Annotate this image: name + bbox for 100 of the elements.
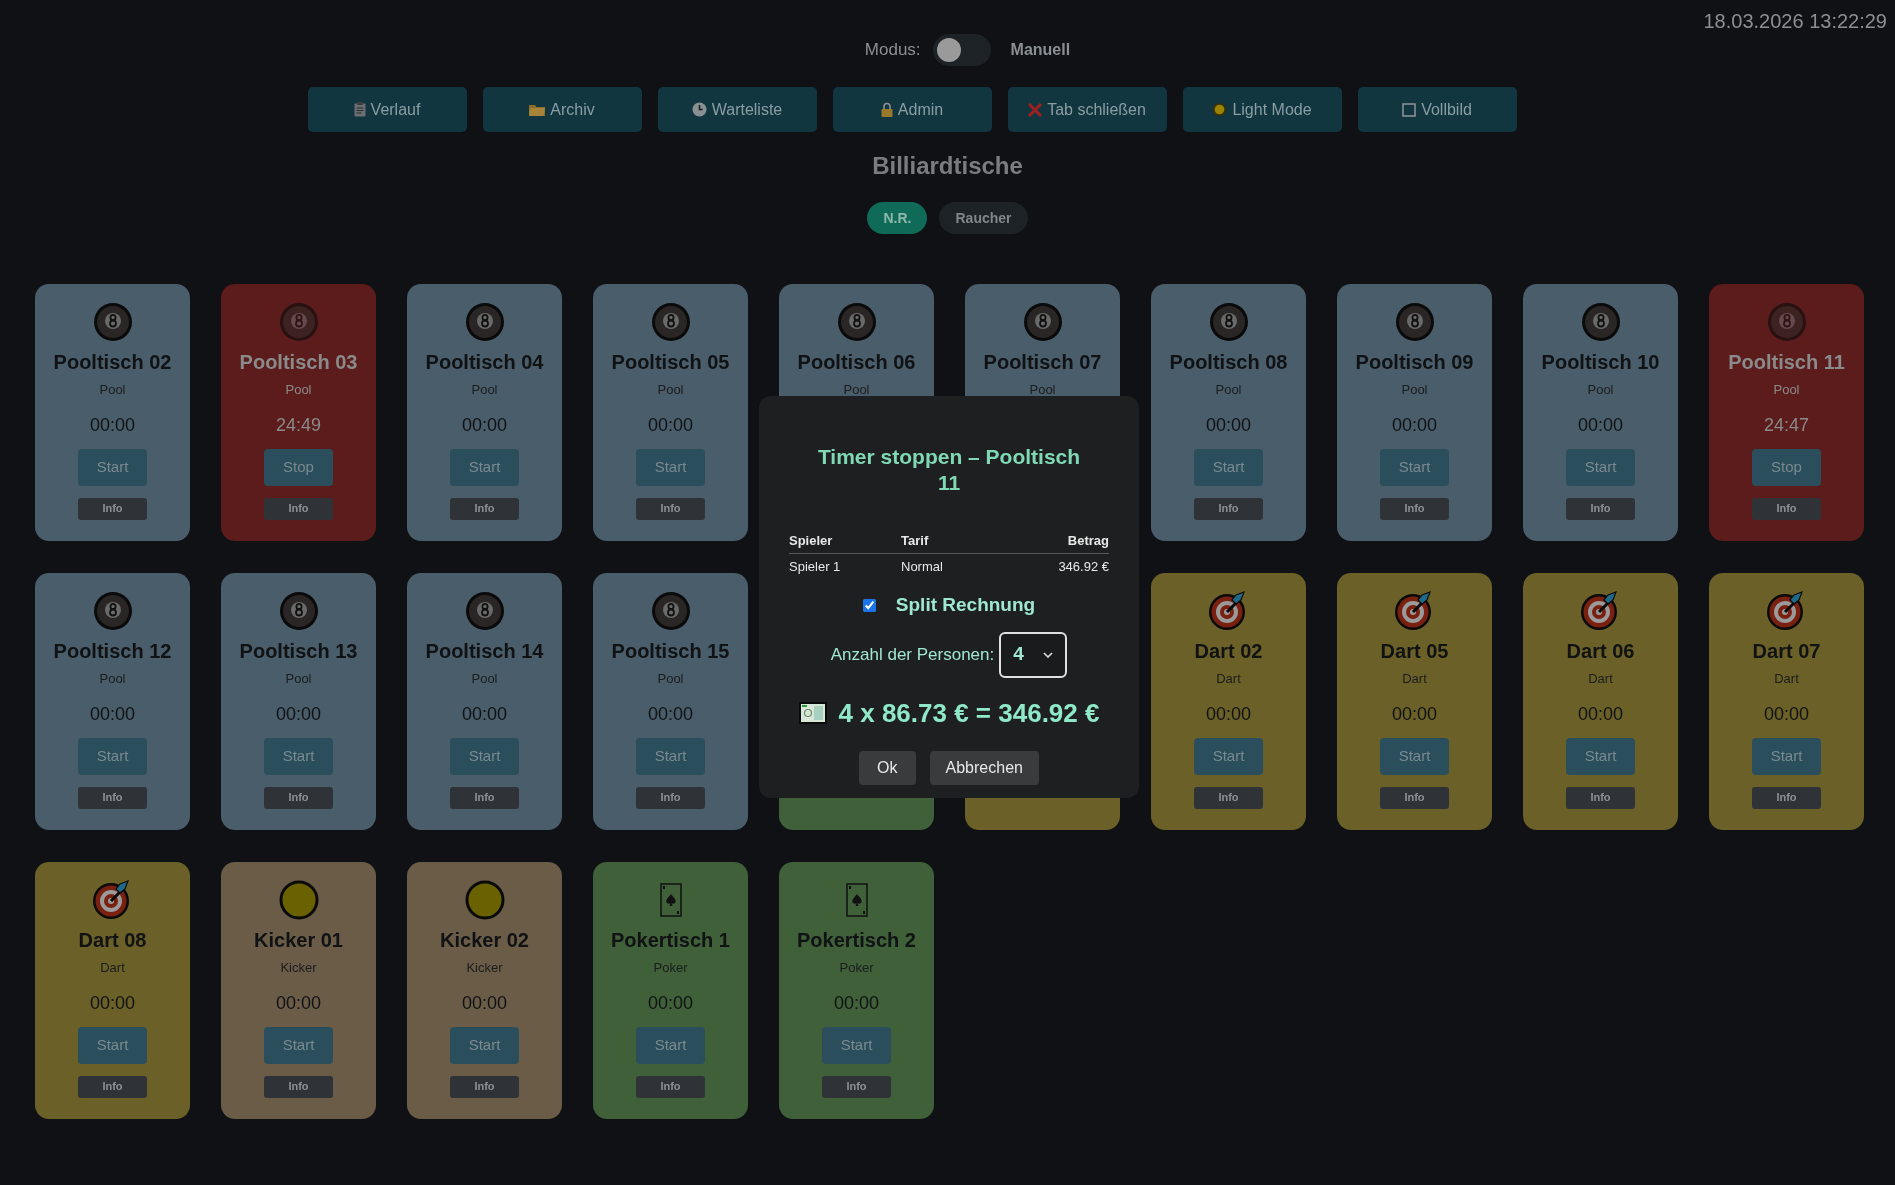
table-name: Pooltisch 14 xyxy=(425,639,544,664)
split-checkbox[interactable] xyxy=(862,598,876,612)
info-button[interactable]: Info xyxy=(1380,497,1449,520)
folder-icon xyxy=(529,103,546,116)
table-name: Pooltisch 04 xyxy=(425,350,544,375)
stop-button[interactable]: Stop xyxy=(264,448,333,486)
info-button[interactable]: Info xyxy=(78,786,147,809)
start-button[interactable]: Start xyxy=(822,1026,891,1064)
table-name: Pooltisch 06 xyxy=(797,350,916,375)
timer: 00:00 xyxy=(275,991,321,1015)
info-button[interactable]: Info xyxy=(636,786,705,809)
date-time: 18.03.2026 13:22:29 xyxy=(1703,9,1887,34)
table-name: Pooltisch 08 xyxy=(1169,350,1288,375)
info-button[interactable]: Info xyxy=(264,497,333,520)
table-type: Dart xyxy=(1216,670,1241,688)
toolbar-button[interactable]: Admin xyxy=(832,87,992,132)
dialog-title: Timer stoppen – Pooltisch 11 xyxy=(816,444,1082,496)
clock-icon xyxy=(691,102,707,117)
toolbar-button[interactable]: Archiv xyxy=(482,87,642,132)
section-heading: Billiardtische xyxy=(872,151,1023,181)
stop-button[interactable]: Stop xyxy=(1752,448,1821,486)
start-button[interactable]: Start xyxy=(1566,737,1635,775)
start-button[interactable]: Start xyxy=(1380,737,1449,775)
info-button[interactable]: Info xyxy=(264,1075,333,1098)
start-button[interactable]: Start xyxy=(1566,448,1635,486)
info-button[interactable]: Info xyxy=(1752,497,1821,520)
toolbar-button[interactable]: Light Mode xyxy=(1182,87,1342,132)
timer: 00:00 xyxy=(1577,702,1623,726)
start-button[interactable]: Start xyxy=(450,1026,519,1064)
close-icon xyxy=(1028,102,1043,117)
ok-button[interactable]: Ok xyxy=(859,750,916,785)
start-button[interactable]: Start xyxy=(450,737,519,775)
info-button[interactable]: Info xyxy=(1566,497,1635,520)
info-button[interactable]: Info xyxy=(264,786,333,809)
start-button[interactable]: Start xyxy=(78,737,147,775)
info-button[interactable]: Info xyxy=(78,1075,147,1098)
timer: 00:00 xyxy=(833,991,879,1015)
column-header: Tarif xyxy=(901,529,996,553)
info-button[interactable]: Info xyxy=(1194,786,1263,809)
info-button[interactable]: Info xyxy=(822,1075,891,1098)
toolbar-button[interactable]: Verlauf xyxy=(307,87,467,132)
toolbar-button[interactable]: Warteliste xyxy=(657,87,817,132)
table-type: Pool xyxy=(99,670,126,688)
info-button[interactable]: Info xyxy=(636,497,705,520)
info-button[interactable]: Info xyxy=(78,497,147,520)
table-type: Pool xyxy=(285,670,312,688)
filter-tab[interactable]: N.R. xyxy=(867,202,928,234)
toolbar-button[interactable]: Vollbild xyxy=(1357,87,1517,132)
start-button[interactable]: Start xyxy=(636,448,705,486)
table-name: Dart 06 xyxy=(1566,639,1635,664)
timer: 00:00 xyxy=(647,702,693,726)
mode-toggle[interactable] xyxy=(932,34,991,66)
timer: 00:00 xyxy=(1205,413,1251,437)
info-button[interactable]: Info xyxy=(450,786,519,809)
info-button[interactable]: Info xyxy=(1380,786,1449,809)
start-button[interactable]: Start xyxy=(1194,448,1263,486)
table-name: Kicker 01 xyxy=(254,928,343,953)
start-button[interactable]: Start xyxy=(1752,737,1821,775)
table-name: Pooltisch 03 xyxy=(239,350,358,375)
start-button[interactable]: Start xyxy=(450,448,519,486)
persons-select[interactable]: 4 xyxy=(999,631,1068,678)
clipboard-icon xyxy=(353,102,366,117)
start-button[interactable]: Start xyxy=(78,1026,147,1064)
start-button[interactable]: Start xyxy=(264,1026,333,1064)
table-type: Dart xyxy=(1588,670,1613,688)
start-button[interactable]: Start xyxy=(78,448,147,486)
timer: 00:00 xyxy=(275,702,321,726)
start-button[interactable]: Start xyxy=(264,737,333,775)
filter-tab[interactable]: Raucher xyxy=(939,202,1028,234)
timer: 00:00 xyxy=(647,413,693,437)
eight-ball-icon xyxy=(1580,302,1621,342)
start-button[interactable]: Start xyxy=(1194,737,1263,775)
info-button[interactable]: Info xyxy=(636,1075,705,1098)
table-type: Pool xyxy=(1215,381,1242,399)
table-type: Pool xyxy=(657,670,684,688)
info-button[interactable]: Info xyxy=(1566,786,1635,809)
timer: 00:00 xyxy=(89,413,135,437)
info-button[interactable]: Info xyxy=(450,497,519,520)
timer: 00:00 xyxy=(1577,413,1623,437)
table-type: Pool xyxy=(99,381,126,399)
toolbar-button[interactable]: Tab schließen xyxy=(1007,87,1167,132)
start-button[interactable]: Start xyxy=(636,737,705,775)
cancel-button[interactable]: Abbrechen xyxy=(929,750,1039,785)
timer: 00:00 xyxy=(1205,702,1251,726)
table-type: Pool xyxy=(1029,381,1056,399)
info-button[interactable]: Info xyxy=(450,1075,519,1098)
square-icon xyxy=(1402,102,1417,117)
timer: 00:00 xyxy=(1391,413,1437,437)
table-type: Pool xyxy=(843,381,870,399)
start-button[interactable]: Start xyxy=(1380,448,1449,486)
start-button[interactable]: Start xyxy=(636,1026,705,1064)
ball-icon xyxy=(278,880,319,920)
eight-ball-icon xyxy=(1022,302,1063,342)
timer: 00:00 xyxy=(461,702,507,726)
table-type: Dart xyxy=(1774,670,1799,688)
info-button[interactable]: Info xyxy=(1752,786,1821,809)
eight-ball-icon xyxy=(278,591,319,631)
info-button[interactable]: Info xyxy=(1194,497,1263,520)
table-name: Dart 02 xyxy=(1194,639,1263,664)
timer: 00:00 xyxy=(647,991,693,1015)
